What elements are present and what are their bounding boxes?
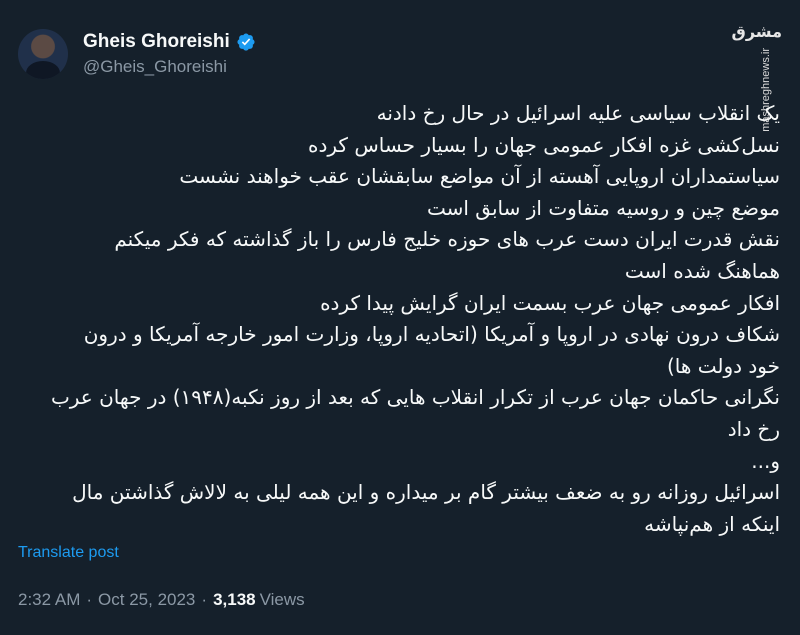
tweet-line: یک انقلاب سیاسی علیه اسرائیل در حال رخ د… bbox=[376, 101, 780, 125]
author-display-name[interactable]: Gheis Ghoreishi bbox=[83, 31, 230, 53]
author-handle[interactable]: @Gheis_Ghoreishi bbox=[83, 57, 256, 77]
views-label: Views bbox=[259, 590, 305, 609]
tweet-line: نسل‌کشی غزه افکار عمومی جهان را بسیار حس… bbox=[308, 132, 780, 157]
name-row: Gheis Ghoreishi bbox=[83, 31, 256, 53]
tweet-header: Gheis Ghoreishi @Gheis_Ghoreishi bbox=[18, 24, 718, 84]
tweet-line: افکار عمومی جهان عرب بسمت ایران گرایش پی… bbox=[320, 290, 780, 315]
tweet-line: سیاستمداران اروپایی آهسته از آن مواضع سا… bbox=[179, 164, 780, 189]
translate-post-link[interactable]: Translate post bbox=[18, 544, 119, 562]
tweet-line: هماهنگ شده است bbox=[624, 258, 780, 283]
tweet-line: نگرانی حاکمان جهان عرب از تکرار انقلاب ه… bbox=[50, 385, 780, 410]
meta-separator: · bbox=[201, 590, 208, 609]
tweet-line: خود دولت ها) bbox=[666, 353, 780, 378]
tweet-line: موضع چین و روسیه متفاوت از سابق است bbox=[427, 195, 780, 220]
tweet-line: نقش قدرت ایران دست عرب های حوزه خلیج فار… bbox=[114, 227, 780, 252]
verified-badge-icon bbox=[237, 33, 255, 51]
tweet-meta: 2:32 AM · Oct 25, 2023 · 3,138 Views bbox=[18, 590, 305, 610]
tweet-line: رخ داد bbox=[727, 416, 780, 441]
meta-separator: · bbox=[86, 590, 93, 609]
tweet-line: شکاف درون نهادی در اروپا و آمریکا (اتحاد… bbox=[83, 322, 780, 347]
tweet-text: یک انقلاب سیاسی علیه اسرائیل در حال رخ د… bbox=[18, 98, 780, 540]
tweet-line: اینکه از هم‌نپاشه bbox=[644, 511, 780, 536]
author-avatar[interactable] bbox=[18, 29, 68, 79]
views-count: 3,138 bbox=[213, 590, 256, 609]
tweet-date[interactable]: Oct 25, 2023 bbox=[98, 590, 195, 610]
tweet-line: و... bbox=[751, 448, 780, 473]
tweet-line: اسرائیل روزانه رو به ضعف بیشتر گام بر می… bbox=[72, 480, 780, 505]
tweet-time[interactable]: 2:32 AM bbox=[18, 590, 80, 610]
watermark-logo: مشرق bbox=[731, 22, 782, 41]
author-names: Gheis Ghoreishi @Gheis_Ghoreishi bbox=[83, 31, 256, 77]
